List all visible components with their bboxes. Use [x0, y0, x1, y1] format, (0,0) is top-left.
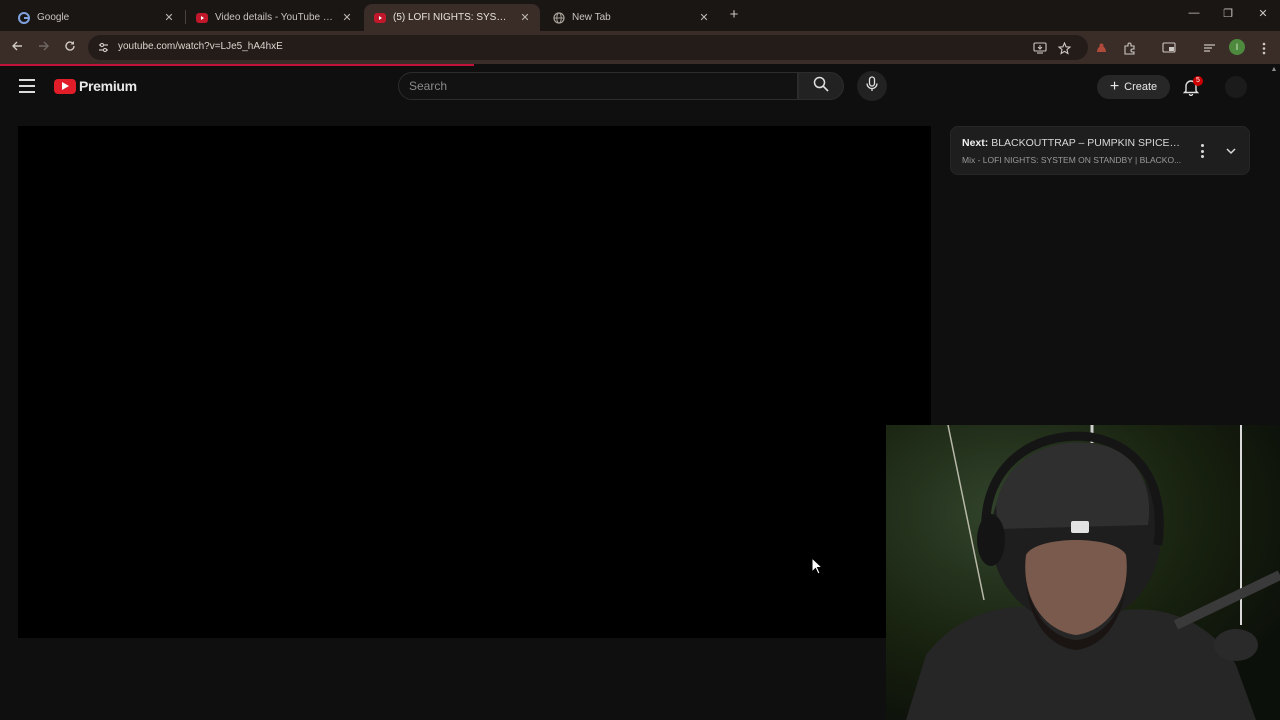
youtube-icon	[374, 12, 386, 24]
close-tab-icon[interactable]: ✕	[518, 11, 532, 24]
back-icon[interactable]	[9, 40, 25, 56]
search-button[interactable]	[798, 72, 844, 100]
hamburger-icon[interactable]	[19, 79, 35, 93]
forward-icon[interactable]	[36, 40, 52, 56]
create-label: Create	[1124, 81, 1158, 93]
extension-red-icon[interactable]	[1093, 40, 1109, 56]
tab-title: Google	[37, 12, 70, 23]
new-tab-button[interactable]: +	[726, 7, 742, 23]
notification-count-badge: 5	[1193, 76, 1203, 86]
video-player[interactable]	[18, 126, 931, 638]
mouse-cursor-icon	[811, 556, 824, 575]
close-tab-icon[interactable]: ✕	[697, 11, 711, 24]
search-box[interactable]	[398, 72, 798, 100]
minimize-button[interactable]: —	[1186, 7, 1202, 19]
restore-button[interactable]: ❐	[1220, 7, 1236, 20]
search-input[interactable]	[409, 78, 779, 94]
tab-youtube-studio[interactable]: Video details - YouTube Studio ✕	[186, 4, 362, 31]
chevron-down-icon[interactable]	[1224, 144, 1238, 158]
browser-tab-strip: Google ✕ Video details - YouTube Studio …	[0, 0, 1280, 31]
tab-lofi-nights[interactable]: (5) LOFI NIGHTS: SYSTEM ON S ✕	[364, 4, 540, 31]
install-app-icon[interactable]	[1032, 40, 1048, 56]
up-next-title-line: Next: BLACKOUTTRAP – PUMPKIN SPICE (O...	[962, 137, 1182, 149]
logo-text: Premium	[79, 78, 137, 94]
menu-kebab-icon[interactable]	[1256, 40, 1272, 56]
tab-title: New Tab	[572, 12, 611, 23]
webcam-overlay	[886, 425, 1280, 720]
up-next-subtitle: Mix - LOFI NIGHTS: SYSTEM ON STANDBY | B…	[962, 155, 1182, 165]
voice-search-button[interactable]	[857, 71, 887, 101]
extensions-puzzle-icon[interactable]	[1121, 40, 1137, 56]
reload-icon[interactable]	[62, 40, 78, 56]
tab-new-tab[interactable]: New Tab ✕	[543, 4, 719, 31]
bookmark-star-icon[interactable]	[1056, 40, 1072, 56]
plus-icon: +	[1109, 78, 1120, 95]
close-tab-icon[interactable]: ✕	[162, 11, 176, 24]
address-bar[interactable]: youtube.com/watch?v=LJe5_hA4hxE	[88, 35, 1088, 60]
youtube-icon	[196, 12, 208, 24]
reading-list-icon[interactable]	[1201, 40, 1217, 56]
google-icon	[18, 11, 30, 24]
more-options-icon[interactable]	[1197, 142, 1207, 160]
mic-icon	[866, 75, 878, 97]
up-next-prefix: Next:	[962, 137, 989, 149]
account-avatar[interactable]	[1225, 76, 1247, 98]
globe-icon	[553, 11, 565, 24]
tab-title: Video details - YouTube Studio	[215, 12, 334, 23]
address-url[interactable]: youtube.com/watch?v=LJe5_hA4hxE	[118, 41, 283, 52]
media-controls-icon[interactable]	[1161, 40, 1177, 56]
up-next-title: BLACKOUTTRAP – PUMPKIN SPICE (O...	[991, 137, 1182, 149]
youtube-premium-logo[interactable]: Premium	[54, 78, 137, 94]
browser-toolbar: youtube.com/watch?v=LJe5_hA4hxE	[0, 31, 1280, 64]
webcam-person-image	[886, 425, 1280, 720]
up-next-card[interactable]: Next: BLACKOUTTRAP – PUMPKIN SPICE (O...…	[950, 126, 1250, 175]
close-tab-icon[interactable]: ✕	[340, 11, 354, 24]
youtube-icon	[54, 78, 76, 94]
close-window-button[interactable]: ✕	[1255, 7, 1271, 20]
tab-google[interactable]: Google ✕	[8, 4, 184, 31]
site-info-icon[interactable]	[97, 41, 110, 54]
profile-avatar[interactable]: I	[1229, 39, 1245, 55]
tab-title: (5) LOFI NIGHTS: SYSTEM ON S	[393, 12, 512, 23]
search-icon	[813, 76, 829, 97]
youtube-masthead: Premium + Create 5	[0, 66, 1280, 108]
create-button[interactable]: + Create	[1097, 75, 1170, 99]
scrollbar-up-arrow-icon[interactable]: ▲	[1269, 66, 1279, 76]
